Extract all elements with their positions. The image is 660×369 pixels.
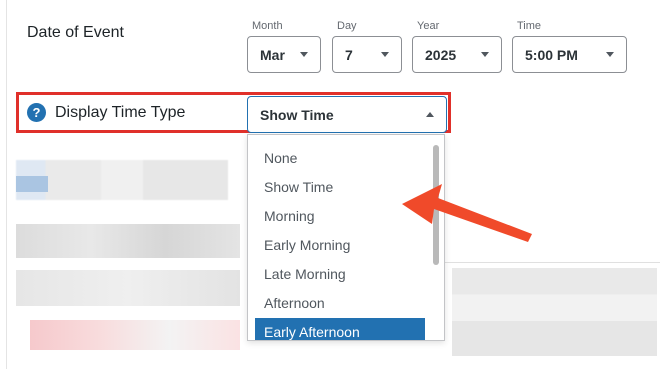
chevron-down-icon — [481, 52, 489, 57]
month-caption: Month — [252, 20, 283, 32]
time-caption: Time — [517, 20, 542, 32]
option-none[interactable]: None — [255, 144, 425, 172]
time-value: 5:00 PM — [525, 46, 578, 63]
left-divider — [6, 0, 7, 369]
blurred-content — [452, 268, 657, 356]
display-time-type-value: Show Time — [260, 106, 334, 123]
option-early-afternoon[interactable]: Early Afternoon — [255, 318, 425, 340]
year-caption: Year — [417, 20, 440, 32]
question-circle-icon[interactable]: ? — [27, 103, 46, 122]
chevron-up-icon — [426, 112, 434, 117]
option-late-morning[interactable]: Late Morning — [255, 260, 425, 288]
blurred-content — [16, 176, 48, 192]
option-afternoon[interactable]: Afternoon — [255, 289, 425, 317]
day-select[interactable]: 7 — [332, 36, 402, 73]
year-select[interactable]: 2025 — [412, 36, 502, 73]
day-value: 7 — [345, 46, 353, 63]
blurred-content — [16, 270, 240, 306]
display-time-type-select[interactable]: Show Time — [247, 96, 447, 133]
blurred-divider — [443, 262, 660, 263]
chevron-down-icon — [381, 52, 389, 57]
month-select[interactable]: Mar — [247, 36, 321, 73]
arrow-shape — [402, 184, 532, 242]
time-select[interactable]: 5:00 PM — [512, 36, 627, 73]
blurred-content — [30, 320, 240, 350]
date-of-event-label: Date of Event — [27, 24, 124, 41]
year-value: 2025 — [425, 46, 457, 63]
annotation-arrow-icon — [402, 184, 532, 242]
month-value: Mar — [260, 46, 285, 63]
chevron-down-icon — [606, 52, 614, 57]
chevron-down-icon — [300, 52, 308, 57]
day-caption: Day — [337, 20, 357, 32]
blurred-content — [16, 224, 240, 258]
display-time-type-label: Display Time Type — [55, 104, 186, 121]
